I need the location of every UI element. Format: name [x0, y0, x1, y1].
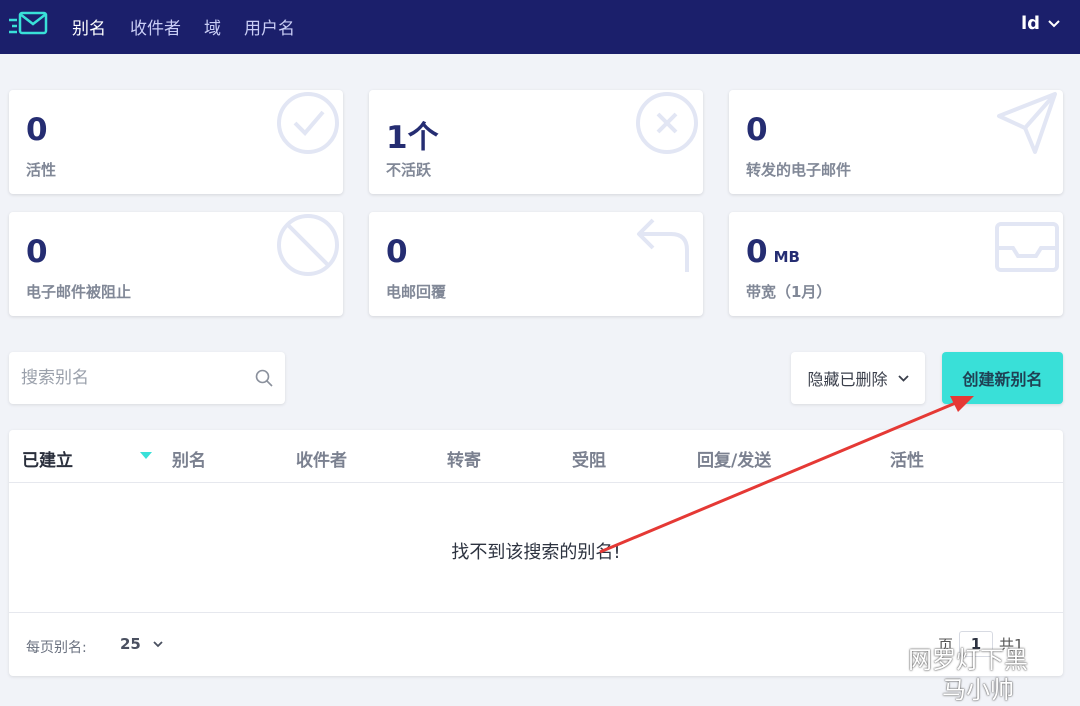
stat-label: 电邮回覆 [386, 283, 447, 301]
mail-logo-icon[interactable] [8, 8, 48, 40]
nav-aliases[interactable]: 别名 [72, 14, 106, 39]
search-input[interactable] [21, 364, 241, 392]
per-page-label: 每页别名: [26, 640, 87, 656]
stat-value: 1个 [386, 120, 439, 156]
stat-value: 0 [26, 234, 48, 270]
stat-unit: MB [773, 248, 800, 266]
watermark: 网罗灯下黑 马小帅 [862, 640, 1072, 706]
nav-domains[interactable]: 域 [204, 14, 221, 39]
reply-icon [637, 218, 689, 272]
stat-card-replies: 0 电邮回覆 [369, 212, 703, 316]
empty-state-message: 找不到该搜索的别名! [451, 542, 621, 563]
stat-label: 不活跃 [386, 161, 432, 179]
chevron-down-icon [153, 640, 163, 647]
nav-usernames[interactable]: 用户名 [244, 14, 295, 39]
top-navbar: 别名 收件者 域 用户名 ld [0, 0, 1080, 54]
stat-value: 0 [746, 112, 768, 148]
stat-card-blocked: 0 电子邮件被阻止 [9, 212, 343, 316]
column-header-blocked[interactable]: 受阻 [572, 446, 606, 471]
column-header-recipients[interactable]: 收件者 [296, 446, 347, 471]
stat-label: 电子邮件被阻止 [26, 283, 132, 301]
deleted-filter-value: 隐藏已删除 [807, 370, 888, 389]
search-icon[interactable] [255, 369, 273, 387]
column-header-replies-sent[interactable]: 回复/发送 [697, 446, 771, 471]
stat-card-inactive: 1个 不活跃 [369, 90, 703, 194]
column-header-forwarded[interactable]: 转寄 [447, 446, 481, 471]
check-circle-icon [277, 92, 339, 154]
send-icon [997, 92, 1057, 154]
column-header-active[interactable]: 活性 [890, 446, 924, 471]
chevron-down-icon [1048, 19, 1060, 27]
username: ld [1020, 13, 1040, 34]
stat-label: 活性 [26, 161, 57, 179]
watermark-line2: 马小帅 [942, 676, 1014, 704]
stat-value: 0 [386, 234, 408, 270]
stat-label: 转发的电子邮件 [746, 161, 852, 179]
x-circle-icon [636, 92, 698, 154]
stat-card-active: 0 活性 [9, 90, 343, 194]
stat-card-forwarded: 0 转发的电子邮件 [729, 90, 1063, 194]
stat-value: 0 MB [746, 234, 800, 270]
per-page-value: 25 [120, 635, 141, 653]
chevron-down-icon [897, 374, 909, 382]
deleted-filter-select[interactable]: 隐藏已删除 [791, 352, 925, 404]
nav-recipients[interactable]: 收件者 [130, 14, 181, 39]
wechat-icon [863, 644, 901, 672]
create-alias-button[interactable]: 创建新别名 [942, 352, 1063, 404]
column-header-created[interactable]: 已建立 [22, 446, 73, 471]
sort-desc-icon[interactable] [140, 452, 152, 460]
inbox-icon [995, 222, 1059, 272]
table-header: 已建立 别名 收件者 转寄 受阻 回复/发送 活性 [9, 430, 1063, 483]
stat-label: 带宽（1月） [746, 283, 832, 301]
ban-icon [277, 214, 339, 276]
stat-value: 0 [26, 112, 48, 148]
stat-card-bandwidth: 0 MB 带宽（1月） [729, 212, 1063, 316]
user-menu[interactable]: ld [1021, 13, 1060, 34]
per-page-select[interactable]: 25 [120, 635, 163, 653]
column-header-alias[interactable]: 别名 [172, 446, 206, 471]
search-box [9, 352, 285, 404]
